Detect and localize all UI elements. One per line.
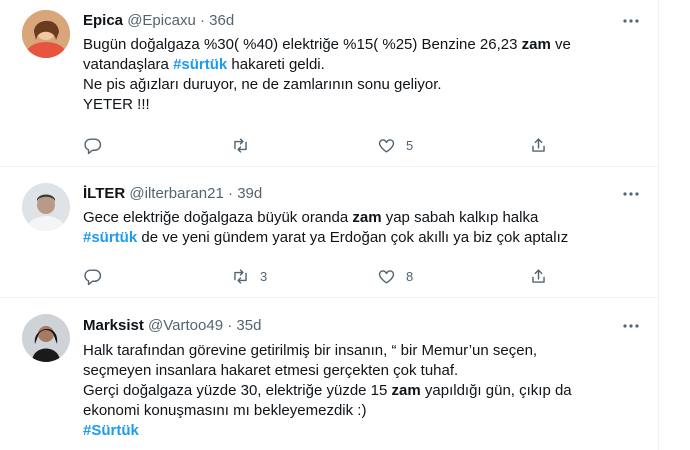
like-icon xyxy=(378,269,395,284)
like-count: 8 xyxy=(406,268,414,284)
tweet[interactable]: İLTER @ilterbaran21 · 39d Gece elektriğe… xyxy=(0,167,658,297)
text-segment: seçmeyen insanlara hakaret etmesi gerçek… xyxy=(83,362,459,379)
more-icon[interactable] xyxy=(622,185,640,203)
like-button[interactable]: 8 xyxy=(377,265,413,287)
share-icon xyxy=(532,268,545,283)
share-button[interactable] xyxy=(529,134,548,156)
tweet-text-line: Bugün doğalgaza %30( %40) elektriğe %15(… xyxy=(83,35,643,55)
retweet-button[interactable]: 3 xyxy=(231,265,267,287)
share-icon xyxy=(532,137,545,152)
text-segment: Halk tarafından görevine getirilmiş bir … xyxy=(83,342,538,359)
author-handle[interactable]: @Vartoo49 xyxy=(148,317,223,334)
tweet-text-line: YETER !!! xyxy=(83,95,643,115)
tweet-header: Epica @Epicaxu · 36d xyxy=(83,11,234,31)
tweet-timestamp[interactable]: 39d xyxy=(237,185,262,202)
text-segment: Ne pis ağızları duruyor, ne de zamlarını… xyxy=(83,76,442,93)
reply-button[interactable] xyxy=(83,265,112,287)
more-icon[interactable] xyxy=(622,317,640,335)
like-count: 5 xyxy=(406,137,414,153)
hashtag-link[interactable]: #Sürtük xyxy=(83,422,139,439)
text-segment: ve xyxy=(550,36,571,53)
retweet-count: 3 xyxy=(260,268,268,284)
tweet-text-line: Halk tarafından görevine getirilmiş bir … xyxy=(83,341,643,361)
separator-dot: · xyxy=(227,317,233,334)
hashtag-link[interactable]: #sürtük xyxy=(173,56,227,73)
tweet-text: Gece elektriğe doğalgaza büyük oranda za… xyxy=(83,208,643,248)
text-segment: ekonomi konuşmasını mı bekleyemezdik :) xyxy=(83,402,367,419)
reply-icon xyxy=(84,137,102,154)
author-name[interactable]: Epica xyxy=(83,12,123,29)
tweet-text-line: #sürtük de ve yeni gündem yarat ya Erdoğ… xyxy=(83,228,643,248)
highlighted-keyword: zam xyxy=(391,382,421,399)
author-name[interactable]: İLTER xyxy=(83,185,125,202)
tweet-text-line: Gece elektriğe doğalgaza büyük oranda za… xyxy=(83,208,643,228)
highlighted-keyword: zam xyxy=(521,36,551,53)
tweet-text-line: seçmeyen insanlara hakaret etmesi gerçek… xyxy=(83,361,643,381)
tweet-text-line: Ne pis ağızları duruyor, ne de zamlarını… xyxy=(83,75,643,95)
tweet-header: Marksist @Vartoo49 · 35d xyxy=(83,316,261,336)
text-segment: Gerçi doğalgaza yüzde 30, elektriğe yüzd… xyxy=(83,382,392,399)
text-segment: vatandaşlara xyxy=(83,56,174,73)
text-segment: YETER !!! xyxy=(83,96,150,113)
text-segment: yap sabah kalkıp halka xyxy=(381,209,539,226)
highlighted-keyword: zam xyxy=(352,209,382,226)
like-button[interactable]: 5 xyxy=(377,134,413,156)
retweet-button[interactable] xyxy=(231,134,260,156)
tweet-text: Bugün doğalgaza %30( %40) elektriğe %15(… xyxy=(83,35,643,115)
separator-dot: · xyxy=(199,12,205,29)
timeline-border xyxy=(658,0,659,450)
tweet-text-line: Gerçi doğalgaza yüzde 30, elektriğe yüzd… xyxy=(83,381,643,401)
like-icon xyxy=(378,138,395,153)
more-icon[interactable] xyxy=(622,12,640,30)
text-segment: Gece elektriğe doğalgaza büyük oranda xyxy=(83,209,353,226)
tweet-timestamp[interactable]: 35d xyxy=(236,317,261,334)
reply-button[interactable] xyxy=(83,134,112,156)
retweet-icon xyxy=(234,268,247,284)
avatar[interactable] xyxy=(22,10,70,58)
hashtag-link[interactable]: #sürtük xyxy=(83,229,137,246)
tweet-text-line: ekonomi konuşmasını mı bekleyemezdik :) xyxy=(83,401,643,421)
reply-icon xyxy=(84,268,102,285)
tweet[interactable]: Epica @Epicaxu · 36d Bugün doğalgaza %30… xyxy=(0,0,658,166)
avatar[interactable] xyxy=(22,314,70,362)
tweet[interactable]: Marksist @Vartoo49 · 35d Halk tarafından… xyxy=(0,298,658,450)
avatar[interactable] xyxy=(22,183,70,231)
tweet-actions: 3 8 xyxy=(83,265,563,287)
tweet-timestamp[interactable]: 36d xyxy=(209,12,234,29)
retweet-icon xyxy=(234,137,247,153)
tweet-actions: 5 xyxy=(83,134,563,156)
separator-dot: · xyxy=(228,185,234,202)
author-handle[interactable]: @Epicaxu xyxy=(127,12,196,29)
tweet-header: İLTER @ilterbaran21 · 39d xyxy=(83,184,262,204)
share-button[interactable] xyxy=(529,265,548,287)
text-segment: hakareti geldi. xyxy=(227,56,325,73)
text-segment: Bugün doğalgaza %30( %40) elektriğe %15(… xyxy=(83,36,522,53)
tweet-text: Halk tarafından görevine getirilmiş bir … xyxy=(83,341,643,441)
tweet-text-line: #Sürtük xyxy=(83,421,643,441)
author-handle[interactable]: @ilterbaran21 xyxy=(129,185,223,202)
tweet-text-line: vatandaşlara #sürtük hakareti geldi. xyxy=(83,55,643,75)
author-name[interactable]: Marksist xyxy=(83,317,144,334)
text-segment: yapıldığı gün, çıkıp da xyxy=(420,382,572,399)
text-segment: de ve yeni gündem yarat ya Erdoğan çok a… xyxy=(137,229,569,246)
